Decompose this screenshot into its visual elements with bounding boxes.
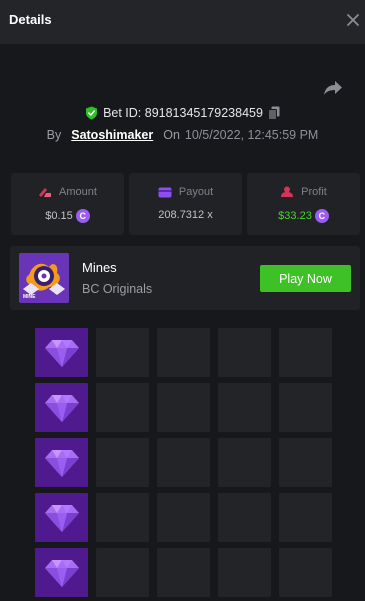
mines-board	[35, 328, 332, 597]
stat-payout-value: 208.7312 x	[158, 209, 213, 221]
page-title: Details	[9, 12, 52, 27]
bet-amount-icon	[39, 188, 52, 197]
details-header: Details	[0, 0, 365, 44]
game-provider: BC Originals	[82, 282, 153, 296]
mine-tile	[218, 438, 271, 487]
mine-tile	[218, 383, 271, 432]
copy-icon[interactable]	[267, 106, 280, 120]
mine-tile-gem	[35, 548, 88, 597]
stat-profit: Profit $33.23 C	[247, 173, 360, 235]
diamond-icon	[45, 450, 79, 477]
mine-tile	[157, 493, 210, 542]
mine-tile	[96, 438, 149, 487]
mine-tile	[96, 328, 149, 377]
mine-tile-gem	[35, 328, 88, 377]
shield-check-icon	[86, 106, 98, 120]
mine-tile	[279, 328, 332, 377]
close-icon[interactable]	[345, 12, 361, 28]
diamond-icon	[45, 560, 79, 587]
bet-id: Bet ID: 89181345179238459	[103, 106, 263, 120]
mine-tile	[157, 383, 210, 432]
mine-tile	[157, 548, 210, 597]
mine-tile	[157, 438, 210, 487]
game-name: Mines	[82, 260, 117, 275]
mine-tile	[279, 548, 332, 597]
stat-amount-label: Amount	[59, 186, 97, 198]
mine-tile	[279, 493, 332, 542]
bet-author-row: By Satoshimaker On 10/5/2022, 12:45:59 P…	[0, 126, 365, 144]
mine-tile	[218, 548, 271, 597]
mine-tile	[218, 328, 271, 377]
bet-id-row: Bet ID: 89181345179238459	[0, 104, 365, 122]
play-now-button[interactable]: Play Now	[260, 265, 351, 292]
on-label: On	[163, 128, 180, 142]
mine-tile	[279, 438, 332, 487]
game-card: MINE Mines BC Originals Play Now	[10, 246, 360, 310]
mine-tile-gem	[35, 383, 88, 432]
username-link[interactable]: Satoshimaker	[71, 128, 153, 142]
bet-timestamp: 10/5/2022, 12:45:59 PM	[184, 128, 319, 142]
bc-coin-icon: C	[314, 209, 329, 223]
mine-tile	[96, 548, 149, 597]
mine-tile	[279, 383, 332, 432]
stat-profit-value: $33.23	[278, 210, 312, 222]
stat-payout: Payout 208.7312 x	[129, 173, 242, 235]
mine-tile	[96, 493, 149, 542]
mine-tile	[218, 493, 271, 542]
bc-coin-icon: C	[75, 209, 90, 223]
stat-payout-label: Payout	[178, 186, 214, 198]
diamond-icon	[45, 340, 79, 367]
game-thumbnail[interactable]: MINE	[19, 253, 69, 303]
mine-tile	[96, 383, 149, 432]
share-icon[interactable]	[323, 80, 343, 96]
diamond-icon	[45, 505, 79, 532]
stat-profit-label: Profit	[301, 186, 327, 198]
by-label: By	[46, 128, 62, 142]
mine-tile	[157, 328, 210, 377]
diamond-icon	[45, 395, 79, 422]
stat-amount: Amount $0.15 C	[11, 173, 124, 235]
mine-tile-gem	[35, 438, 88, 487]
mine-tile-gem	[35, 493, 88, 542]
payout-card-icon	[158, 187, 172, 197]
profit-icon	[281, 186, 294, 197]
stat-amount-value: $0.15	[45, 210, 73, 222]
thumb-label: MINE	[23, 294, 36, 300]
